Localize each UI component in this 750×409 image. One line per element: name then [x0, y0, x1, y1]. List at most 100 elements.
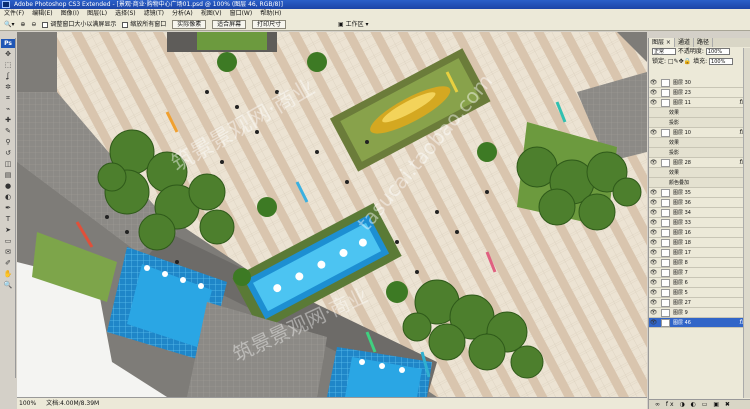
layer-effect-row[interactable]: 投影: [649, 148, 750, 158]
visibility-eye-icon[interactable]: 👁: [649, 228, 658, 238]
hand-icon[interactable]: ✋: [2, 269, 14, 279]
shape-icon[interactable]: ▭: [2, 236, 14, 246]
visibility-eye-icon[interactable]: 👁: [649, 258, 658, 268]
menu-view[interactable]: 视图(V): [197, 9, 226, 18]
layer-row[interactable]: 👁 图层 35: [649, 188, 750, 198]
move-icon[interactable]: ✥: [2, 49, 14, 59]
layer-row[interactable]: 👁 图层 9: [649, 308, 750, 318]
visibility-eye-icon[interactable]: 👁: [649, 268, 658, 278]
layer-row[interactable]: 👁 图层 27: [649, 298, 750, 308]
lasso-icon[interactable]: ʆ: [2, 71, 14, 81]
layer-row[interactable]: 👁 图层 18: [649, 238, 750, 248]
menu-filter[interactable]: 滤镜(T): [140, 9, 168, 18]
fit-screen-button[interactable]: 适合屏幕: [212, 20, 247, 29]
menu-analysis[interactable]: 分析(A): [168, 9, 197, 18]
healing-icon[interactable]: ✚: [2, 115, 14, 125]
history-brush-icon[interactable]: ↺: [2, 148, 14, 158]
layer-row[interactable]: 👁 图层 34: [649, 208, 750, 218]
visibility-eye-icon[interactable]: 👁: [649, 128, 658, 138]
visibility-eye-icon[interactable]: 👁: [649, 188, 658, 198]
layer-row[interactable]: 👁 图层 36: [649, 198, 750, 208]
layer-effect-row[interactable]: 效果: [649, 168, 750, 178]
menu-edit[interactable]: 编辑(E): [28, 9, 56, 18]
dodge-icon[interactable]: ◐: [2, 192, 14, 202]
layer-row[interactable]: 👁图层 28fx: [649, 158, 750, 168]
layer-thumbnail: [661, 288, 670, 297]
tab-paths[interactable]: 路径: [694, 38, 713, 47]
magic-wand-icon[interactable]: ✲: [2, 82, 14, 92]
zoom-level[interactable]: 100%: [19, 400, 36, 407]
slice-icon[interactable]: ⌁: [2, 104, 14, 114]
visibility-eye-icon[interactable]: 👁: [649, 278, 658, 288]
visibility-eye-icon[interactable]: 👁: [649, 298, 658, 308]
brush-icon[interactable]: ✎: [2, 126, 14, 136]
blend-mode-select[interactable]: 正常: [652, 48, 676, 55]
menu-help[interactable]: 帮助(H): [256, 9, 285, 18]
visibility-eye-icon[interactable]: 👁: [649, 88, 658, 98]
layer-row[interactable]: 👁 图层 30: [649, 78, 750, 88]
tab-layers[interactable]: 图层 ×: [649, 38, 675, 47]
lock-icons[interactable]: □✎✥🔒: [668, 58, 691, 65]
pen-icon[interactable]: ✒: [2, 203, 14, 213]
stamp-icon[interactable]: ⚲: [2, 137, 14, 147]
opacity-input[interactable]: 100%: [705, 48, 730, 55]
layer-row[interactable]: 👁 图层 8: [649, 258, 750, 268]
layers-bottom-toolbar[interactable]: ∞ fx ◑ ◐ ▭ ▣ ✖: [649, 399, 750, 409]
zoom-out-icon[interactable]: ⊖: [31, 18, 36, 30]
actual-pixels-button[interactable]: 实际像素: [172, 20, 207, 29]
zoom-all-windows-checkbox[interactable]: 缩放所有窗口: [122, 18, 166, 30]
menu-select[interactable]: 选择(S): [111, 9, 140, 18]
layer-row[interactable]: 👁 图层 23: [649, 88, 750, 98]
print-size-button[interactable]: 打印尺寸: [252, 20, 287, 29]
layer-name: 投影: [669, 120, 680, 126]
visibility-eye-icon[interactable]: 👁: [649, 238, 658, 248]
zoom-in-icon[interactable]: ⊕: [20, 18, 25, 30]
layer-row[interactable]: 👁 图层 17: [649, 248, 750, 258]
marquee-icon[interactable]: ⬚: [2, 60, 14, 70]
visibility-eye-icon[interactable]: 👁: [649, 248, 658, 258]
workspace-dropdown[interactable]: ▣ 工作区 ▾: [338, 18, 369, 30]
visibility-eye-icon[interactable]: 👁: [649, 218, 658, 228]
layer-effect-row[interactable]: 效果: [649, 138, 750, 148]
eraser-icon[interactable]: ◫: [2, 159, 14, 169]
layer-row[interactable]: 👁 图层 5: [649, 288, 750, 298]
layer-effect-row[interactable]: 颜色叠加: [649, 178, 750, 188]
layer-name: 图层 36: [673, 200, 691, 206]
layer-row[interactable]: 👁 图层 16: [649, 228, 750, 238]
fill-input[interactable]: 100%: [709, 58, 734, 65]
visibility-eye-icon[interactable]: 👁: [649, 208, 658, 218]
zoom-tool-icon[interactable]: 🔍▾: [4, 18, 14, 30]
visibility-eye-icon[interactable]: 👁: [649, 288, 658, 298]
layer-row[interactable]: 👁 图层 33: [649, 218, 750, 228]
gradient-icon[interactable]: ▤: [2, 170, 14, 180]
zoom-icon[interactable]: 🔍: [2, 280, 14, 290]
visibility-eye-icon[interactable]: 👁: [649, 98, 658, 108]
path-select-icon[interactable]: ➤: [2, 225, 14, 235]
layer-row[interactable]: 👁 图层 7: [649, 268, 750, 278]
layer-row[interactable]: 👁图层 46fx: [649, 318, 750, 328]
layer-row[interactable]: 👁图层 10fx: [649, 128, 750, 138]
toolbox: Ps ✥ ⬚ ʆ ✲ ⌗ ⌁ ✚ ✎ ⚲ ↺ ◫ ▤ ● ◐ ✒ T ➤ ▭ ✉ ✐ ✋ 🔍: [0, 38, 16, 378]
menu-file[interactable]: 文件(F): [0, 9, 28, 18]
type-icon[interactable]: T: [2, 214, 14, 224]
menu-layer[interactable]: 图层(L): [83, 9, 111, 18]
visibility-eye-icon[interactable]: 👁: [649, 158, 658, 168]
visibility-eye-icon[interactable]: 👁: [649, 308, 658, 318]
menu-window[interactable]: 窗口(W): [226, 9, 257, 18]
layer-effect-row[interactable]: 投影: [649, 118, 750, 128]
crop-icon[interactable]: ⌗: [2, 93, 14, 103]
document-canvas[interactable]: 筑景景观网·商业 tasucai.taobao.com 筑景景观网·商业: [17, 32, 647, 397]
layer-row[interactable]: 👁图层 11fx: [649, 98, 750, 108]
tab-channels[interactable]: 通道: [675, 38, 694, 47]
eyedropper-icon[interactable]: ✐: [2, 258, 14, 268]
layers-scrollbar[interactable]: [743, 48, 750, 398]
layer-effect-row[interactable]: 效果: [649, 108, 750, 118]
menu-image[interactable]: 图像(I): [57, 9, 83, 18]
visibility-eye-icon[interactable]: 👁: [649, 198, 658, 208]
blur-icon[interactable]: ●: [2, 181, 14, 191]
resize-windows-checkbox[interactable]: 调整窗口大小以满屏显示: [42, 18, 116, 30]
layer-row[interactable]: 👁 图层 6: [649, 278, 750, 288]
visibility-eye-icon[interactable]: 👁: [649, 318, 658, 328]
notes-icon[interactable]: ✉: [2, 247, 14, 257]
visibility-eye-icon[interactable]: 👁: [649, 78, 658, 88]
